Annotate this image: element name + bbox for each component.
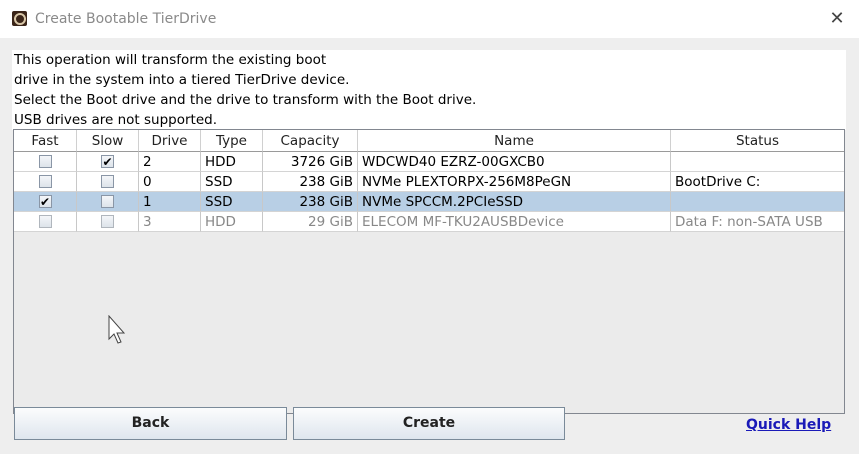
info-panel: This operation will transform the existi… [12, 50, 846, 130]
capacity-cell: 238 GiB [263, 172, 358, 192]
dialog-body: This operation will transform the existi… [0, 38, 859, 454]
drive-cell: 2 [139, 152, 201, 172]
name-cell: ELECOM MF-TKU2AUSBDevice [358, 212, 671, 232]
slow-checkbox[interactable] [101, 174, 114, 188]
name-cell: NVMe PLEXTORPX-256M8PeGN [358, 172, 671, 192]
fast-checkbox [38, 214, 52, 228]
info-line: USB drives are not supported. [14, 112, 218, 128]
status-cell [671, 192, 844, 212]
status-cell: BootDrive C: [671, 172, 844, 192]
table-empty-area [14, 232, 844, 413]
info-line: Select the Boot drive and the drive to t… [14, 92, 477, 108]
slow-checkbox[interactable] [101, 194, 114, 208]
type-cell: SSD [201, 192, 263, 212]
column-header-type[interactable]: Type [201, 130, 263, 152]
quick-help-link[interactable]: Quick Help [746, 417, 831, 433]
type-cell: HDD [201, 212, 263, 232]
title-bar: Create Bootable TierDrive ✕ [0, 0, 859, 38]
column-header-fast[interactable]: Fast [14, 130, 77, 152]
drives-table[interactable]: Fast Slow Drive Type Capacity Name Statu… [13, 129, 845, 414]
column-header-status[interactable]: Status [671, 130, 844, 152]
slow-checkbox[interactable]: ✔ [101, 154, 114, 168]
column-header-drive[interactable]: Drive [139, 130, 201, 152]
table-row-selected[interactable]: ✔ 1 SSD 238 GiB NVMe SPCCM.2PCIeSSD [14, 192, 844, 212]
name-cell: WDCWD40 EZRZ-00GXCB0 [358, 152, 671, 172]
table-row[interactable]: ✔ 2 HDD 3726 GiB WDCWD40 EZRZ-00GXCB0 [14, 152, 844, 172]
fast-checkbox[interactable] [38, 174, 52, 188]
close-button[interactable]: ✕ [826, 8, 848, 30]
table-header: Fast Slow Drive Type Capacity Name Statu… [14, 130, 844, 152]
fast-checkbox[interactable] [38, 154, 52, 168]
fast-checkbox[interactable]: ✔ [38, 194, 52, 208]
column-header-slow[interactable]: Slow [77, 130, 139, 152]
type-cell: SSD [201, 172, 263, 192]
drive-cell: 1 [139, 192, 201, 212]
status-cell: Data F: non-SATA USB [671, 212, 844, 232]
info-line: drive in the system into a tiered TierDr… [14, 72, 350, 88]
back-button[interactable]: Back [14, 407, 287, 440]
column-header-capacity[interactable]: Capacity [263, 130, 358, 152]
capacity-cell: 238 GiB [263, 192, 358, 212]
name-cell: NVMe SPCCM.2PCIeSSD [358, 192, 671, 212]
slow-checkbox [101, 214, 114, 228]
drive-cell: 3 [139, 212, 201, 232]
info-line: This operation will transform the existi… [14, 52, 327, 68]
column-header-name[interactable]: Name [358, 130, 671, 152]
window-title: Create Bootable TierDrive [35, 11, 217, 27]
drive-cell: 0 [139, 172, 201, 192]
mouse-pointer-icon [108, 315, 126, 344]
table-row[interactable]: 0 SSD 238 GiB NVMe PLEXTORPX-256M8PeGN B… [14, 172, 844, 192]
create-button[interactable]: Create [293, 407, 565, 440]
table-row-disabled: 3 HDD 29 GiB ELECOM MF-TKU2AUSBDevice Da… [14, 212, 844, 232]
capacity-cell: 3726 GiB [263, 152, 358, 172]
status-cell [671, 152, 844, 172]
app-icon [12, 11, 27, 26]
type-cell: HDD [201, 152, 263, 172]
capacity-cell: 29 GiB [263, 212, 358, 232]
